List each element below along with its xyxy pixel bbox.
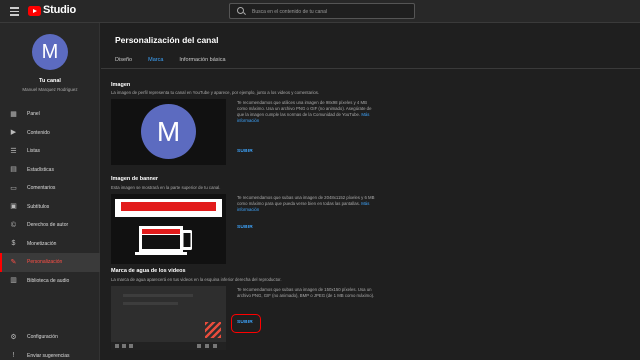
sidebar-nav: ▦ Panel ▶ Contenido ☰ Listas ▤ Estadísti… bbox=[0, 105, 100, 290]
watermark-preview bbox=[111, 286, 226, 350]
image-upload-button[interactable]: SUBIR bbox=[237, 149, 253, 154]
menu-icon[interactable] bbox=[10, 7, 19, 16]
sidebar-item-audio-library[interactable]: ▥ Biblioteca de audio bbox=[0, 272, 100, 291]
tab-divider bbox=[101, 68, 640, 69]
sidebar: M Tu canal Manuel Marquez Rodriguez ▦ Pa… bbox=[0, 23, 100, 360]
banner-section-desc: Esta imagen se mostrará en la parte supe… bbox=[111, 185, 221, 190]
banner-guidelines: Te recomendamos que subas una imagen de … bbox=[237, 195, 377, 213]
banner-section-title: Imagen de banner bbox=[111, 176, 159, 182]
sidebar-item-label: Personalización bbox=[27, 259, 63, 266]
sidebar-item-content[interactable]: ▶ Contenido bbox=[0, 124, 100, 143]
miniplayer-icon bbox=[205, 344, 209, 348]
sidebar-item-playlists[interactable]: ☰ Listas bbox=[0, 142, 100, 161]
player-controls bbox=[111, 342, 226, 350]
image-section-title: Imagen bbox=[111, 82, 131, 88]
channel-title: Tu canal bbox=[39, 78, 61, 84]
sidebar-item-feedback[interactable]: ! Enviar sugerencias bbox=[0, 347, 100, 360]
video-player-preview bbox=[111, 286, 226, 350]
tab-layout[interactable]: Diseño bbox=[115, 55, 132, 69]
search-icon bbox=[237, 7, 244, 14]
sidebar-item-panel[interactable]: ▦ Panel bbox=[0, 105, 100, 124]
tab-basic-info[interactable]: Información básica bbox=[179, 55, 225, 69]
sidebar-item-label: Listas bbox=[27, 148, 41, 155]
play-icon bbox=[115, 344, 119, 348]
profile-avatar-preview: M bbox=[141, 104, 196, 159]
sidebar-item-label: Panel bbox=[27, 111, 40, 118]
dashboard-icon: ▦ bbox=[10, 110, 17, 118]
watermark-placeholder-icon bbox=[205, 322, 221, 338]
search-input[interactable] bbox=[252, 6, 412, 17]
tab-branding[interactable]: Marca bbox=[148, 55, 164, 69]
sidebar-item-label: Comentarios bbox=[27, 185, 56, 192]
watermark-guidelines: Te recomendamos que subas una imagen de … bbox=[237, 287, 377, 299]
image-guidelines: Te recomendamos que utilices una imagen … bbox=[237, 100, 377, 124]
image-section-desc: La imagen de perfil representa tu canal … bbox=[111, 90, 320, 95]
sidebar-item-label: Biblioteca de audio bbox=[27, 277, 70, 284]
customization-icon: ✎ bbox=[10, 258, 17, 266]
content-icon: ▶ bbox=[10, 129, 17, 137]
copyright-icon: © bbox=[10, 221, 17, 229]
tab-bar: Diseño Marca Información básica bbox=[115, 55, 242, 69]
sidebar-item-analytics[interactable]: ▤ Estadísticas bbox=[0, 161, 100, 180]
next-icon bbox=[122, 344, 126, 348]
comments-icon: ▭ bbox=[10, 184, 17, 192]
settings-icon bbox=[197, 344, 201, 348]
volume-icon bbox=[129, 344, 133, 348]
main-content: Personalización del canal Diseño Marca I… bbox=[101, 23, 640, 360]
feedback-icon: ! bbox=[12, 352, 15, 360]
fullscreen-icon bbox=[213, 344, 217, 348]
analytics-icon: ▤ bbox=[10, 166, 17, 174]
studio-title: Studio bbox=[43, 4, 77, 16]
sidebar-item-label: Enviar sugerencias bbox=[27, 352, 70, 359]
sidebar-item-label: Subtítulos bbox=[27, 203, 50, 210]
watermark-section-desc: La marca de agua aparecerá en tus videos… bbox=[111, 277, 282, 282]
playlists-icon: ☰ bbox=[10, 147, 17, 155]
sidebar-item-comments[interactable]: ▭ Comentarios bbox=[0, 179, 100, 198]
placeholder-line bbox=[123, 294, 193, 297]
settings-icon: ⚙ bbox=[10, 333, 17, 341]
banner-devices-icon bbox=[115, 199, 222, 255]
audio-library-icon: ▥ bbox=[10, 277, 17, 285]
placeholder-line bbox=[123, 302, 178, 305]
banner-preview bbox=[111, 194, 226, 264]
youtube-logo-icon[interactable] bbox=[28, 6, 41, 16]
subtitles-icon: ▣ bbox=[10, 203, 17, 211]
page-title: Personalización del canal bbox=[115, 35, 219, 45]
search-box[interactable] bbox=[229, 3, 415, 19]
channel-owner: Manuel Marquez Rodriguez bbox=[22, 87, 78, 92]
sidebar-item-settings[interactable]: ⚙ Configuración bbox=[0, 328, 100, 347]
image-guidelines-text: Te recomendamos que utilices una imagen … bbox=[237, 100, 372, 117]
sidebar-item-copyright[interactable]: © Derechos de autor bbox=[0, 216, 100, 235]
profile-image-preview: M bbox=[111, 99, 226, 165]
sidebar-item-label: Contenido bbox=[27, 129, 50, 136]
banner-upload-button[interactable]: SUBIR bbox=[237, 225, 253, 230]
monetization-icon: $ bbox=[11, 240, 16, 248]
watermark-upload-button[interactable]: SUBIR bbox=[237, 320, 253, 325]
top-bar: Studio bbox=[0, 0, 640, 23]
sidebar-item-label: Configuración bbox=[27, 334, 58, 341]
watermark-section-title: Marca de agua de los videos bbox=[111, 268, 186, 274]
sidebar-item-label: Monetización bbox=[27, 240, 57, 247]
sidebar-bottom-nav: ⚙ Configuración ! Enviar sugerencias bbox=[0, 328, 100, 360]
sidebar-item-customization[interactable]: ✎ Personalización bbox=[0, 253, 100, 272]
sidebar-item-subtitles[interactable]: ▣ Subtítulos bbox=[0, 198, 100, 217]
watermark-guidelines-text: Te recomendamos que subas una imagen de … bbox=[237, 287, 375, 298]
banner-guidelines-text: Te recomendamos que subas una imagen de … bbox=[237, 195, 375, 206]
sidebar-item-label: Derechos de autor bbox=[27, 222, 69, 229]
sidebar-item-label: Estadísticas bbox=[27, 166, 54, 173]
channel-avatar[interactable]: M bbox=[32, 34, 68, 70]
sidebar-item-monetization[interactable]: $ Monetización bbox=[0, 235, 100, 254]
